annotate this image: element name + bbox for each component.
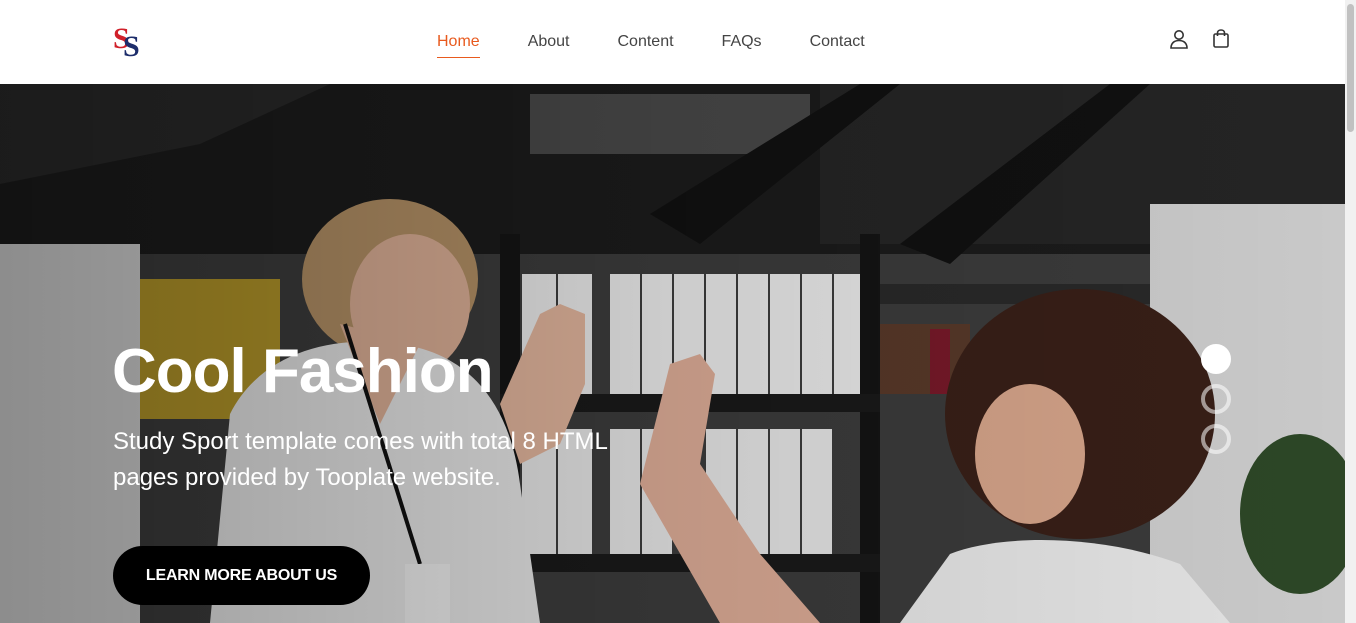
- hero-subtitle: Study Sport template comes with total 8 …: [113, 428, 607, 491]
- carousel-dot-3[interactable]: [1201, 424, 1231, 454]
- ss-monogram-logo-icon: S S: [113, 22, 140, 63]
- hero-title: Cool Fashion: [112, 337, 494, 406]
- svg-text:S: S: [123, 30, 140, 58]
- nav-about[interactable]: About: [528, 32, 570, 52]
- nav-content[interactable]: Content: [618, 32, 674, 52]
- carousel-dot-2[interactable]: [1201, 384, 1231, 414]
- brand-logo[interactable]: S S: [113, 22, 149, 63]
- header-actions: [1168, 28, 1232, 50]
- user-icon[interactable]: [1168, 28, 1190, 50]
- shopping-bag-icon[interactable]: [1210, 28, 1232, 50]
- main-nav: Home About Content FAQs Contact: [437, 0, 865, 84]
- nav-faqs[interactable]: FAQs: [722, 32, 762, 52]
- hero-section: Cool Fashion Study Sport template comes …: [0, 84, 1345, 623]
- nav-contact[interactable]: Contact: [810, 32, 865, 52]
- learn-more-button[interactable]: LEARN MORE ABOUT US: [113, 546, 370, 605]
- carousel-indicators: [1201, 344, 1231, 464]
- navbar: S S Home About Content FAQs Contact: [0, 0, 1345, 84]
- page-scrollbar[interactable]: [1345, 0, 1356, 623]
- carousel-dot-1[interactable]: [1201, 344, 1231, 374]
- nav-home[interactable]: Home: [437, 32, 480, 58]
- scrollbar-thumb[interactable]: [1347, 4, 1354, 132]
